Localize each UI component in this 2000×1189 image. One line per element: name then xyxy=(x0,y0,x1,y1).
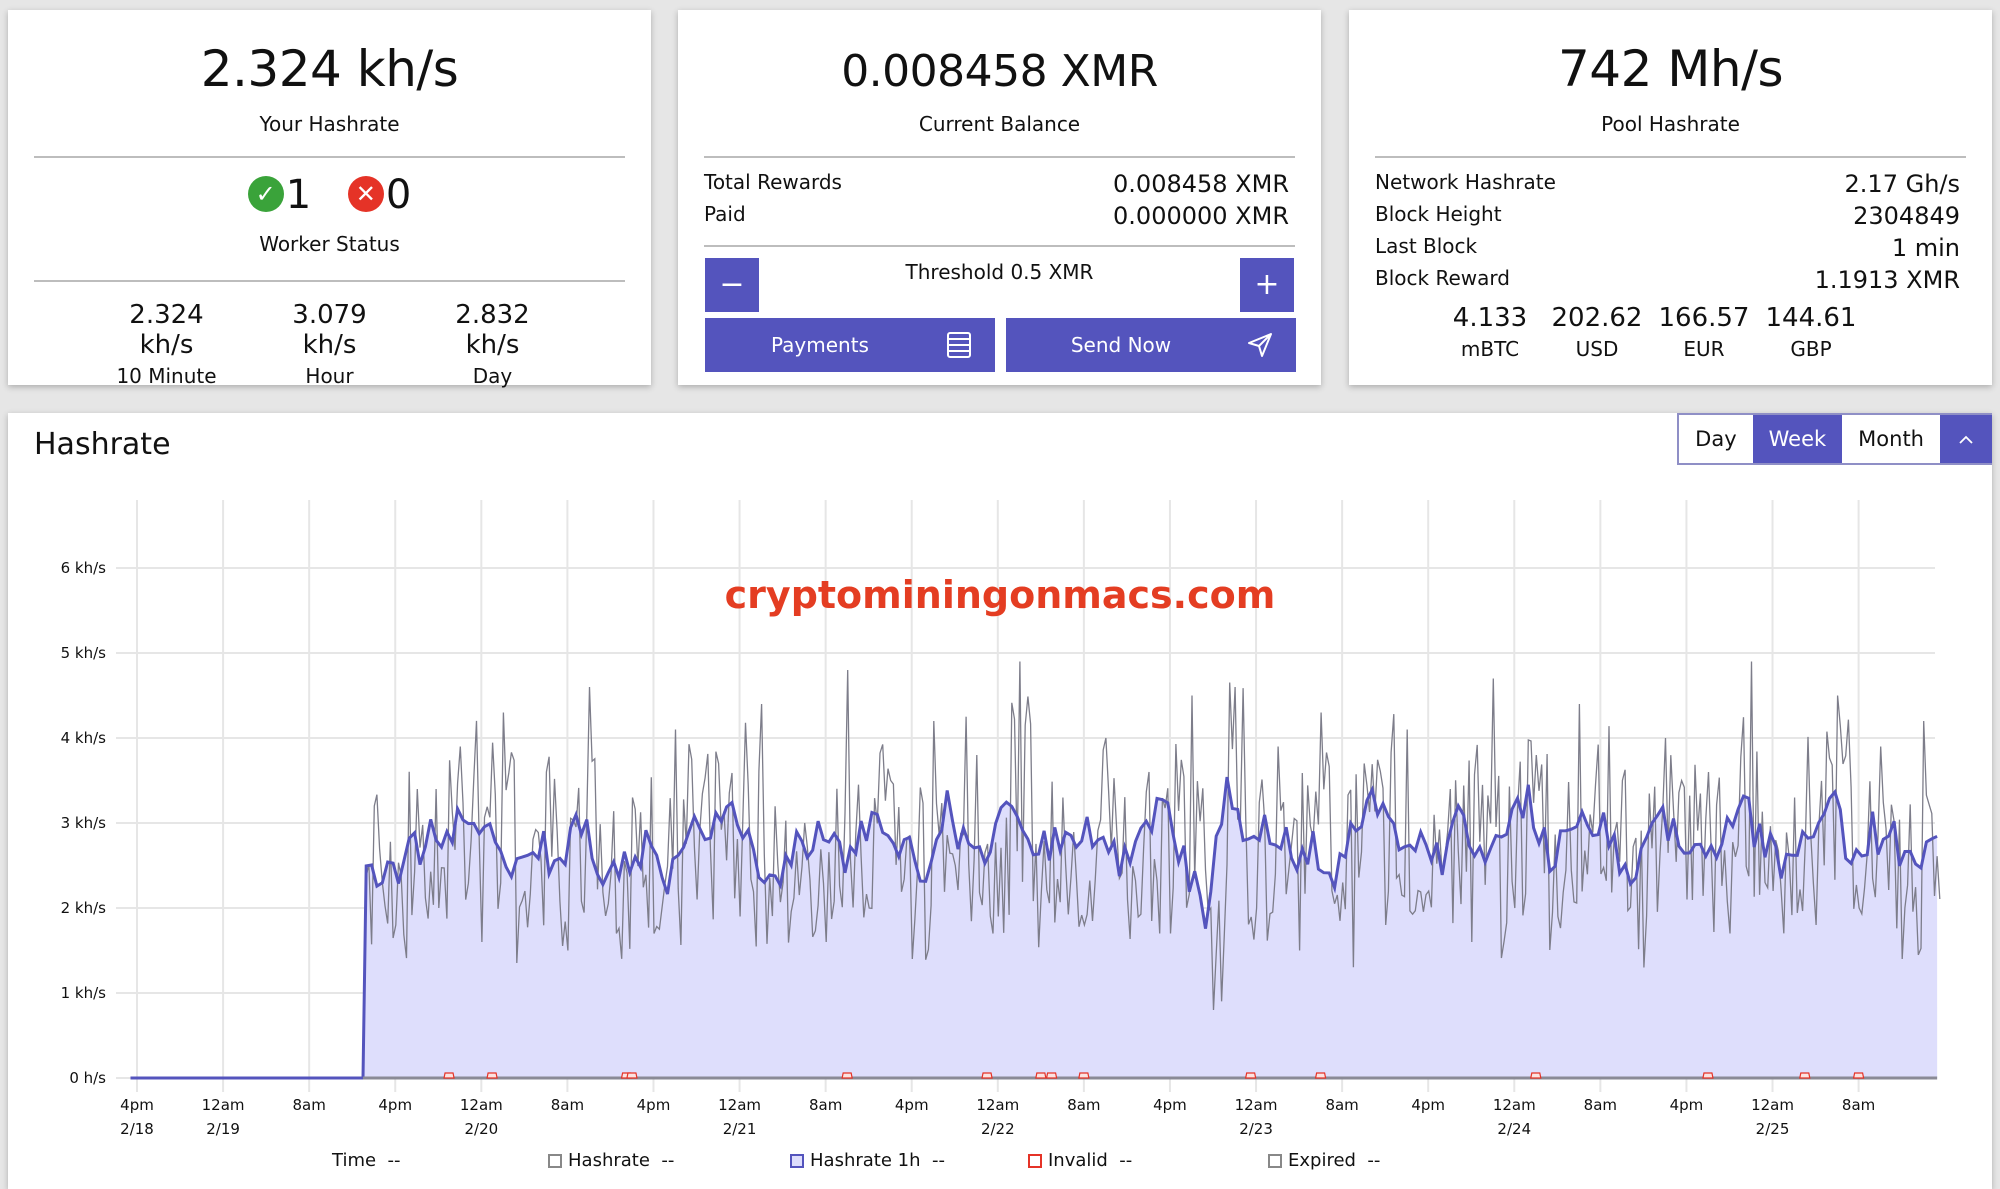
x-tick-label: 4pm xyxy=(1411,1096,1445,1114)
invalid-marker xyxy=(486,1072,498,1079)
legend-hashrate-1h[interactable]: Hashrate 1h -- xyxy=(790,1150,945,1171)
collapse-chevron-up-icon[interactable] xyxy=(1940,415,1992,463)
y-tick-label: 1 kh/s xyxy=(61,984,107,1002)
invalid-marker xyxy=(1314,1072,1327,1079)
x-tick-label: 8am xyxy=(1067,1096,1100,1114)
x-tick-label: 4pm xyxy=(1670,1096,1704,1114)
legend-invalid[interactable]: Invalid -- xyxy=(1028,1150,1132,1171)
legend-swatch-icon xyxy=(1268,1153,1282,1168)
x-tick-label: 8am xyxy=(1842,1096,1875,1114)
watermark-text: cryptominingonmacs.com xyxy=(725,573,1276,617)
y-axis: 0 h/s 1 kh/s 2 kh/s 3 kh/s 4 kh/s 5 kh/s 6 kh/… xyxy=(61,559,107,1087)
x-tick-date: 2/23 xyxy=(1239,1120,1273,1138)
y-tick-label: 5 kh/s xyxy=(61,644,107,662)
legend-hashrate[interactable]: Hashrate -- xyxy=(548,1150,674,1171)
legend-value: -- xyxy=(661,1150,675,1171)
x-tick-label: 4pm xyxy=(120,1096,154,1114)
legend-swatch-icon xyxy=(790,1153,804,1168)
invalid-marker xyxy=(1035,1072,1047,1079)
invalid-marker xyxy=(1530,1072,1542,1079)
invalid-marker xyxy=(443,1072,455,1079)
x-tick-label: 12am xyxy=(202,1096,245,1114)
x-tick-label: 8am xyxy=(551,1096,584,1114)
invalid-marker xyxy=(1045,1072,1058,1079)
range-day-button[interactable]: Day xyxy=(1679,415,1753,463)
invalid-marker xyxy=(1852,1072,1865,1079)
legend-label: Expired xyxy=(1288,1150,1356,1171)
x-tick-date: 2/19 xyxy=(206,1120,240,1138)
legend-value: -- xyxy=(1119,1150,1133,1171)
x-tick-date: 2/22 xyxy=(981,1120,1015,1138)
legend-label: Hashrate xyxy=(568,1150,650,1171)
legend-expired[interactable]: Expired -- xyxy=(1268,1150,1380,1171)
invalid-marker xyxy=(1244,1072,1257,1079)
x-tick-date: 2/24 xyxy=(1497,1120,1531,1138)
legend-label: Hashrate 1h xyxy=(810,1150,921,1171)
invalid-marker xyxy=(841,1072,853,1079)
x-tick-label: 8am xyxy=(1584,1096,1617,1114)
invalid-marker xyxy=(1078,1072,1090,1079)
x-tick-label: 8am xyxy=(809,1096,842,1114)
range-month-button[interactable]: Month xyxy=(1842,415,1940,463)
invalid-marker xyxy=(626,1072,638,1079)
x-tick-label: 12am xyxy=(718,1096,761,1114)
x-tick-label: 4pm xyxy=(378,1096,412,1114)
invalid-marker xyxy=(981,1072,993,1079)
x-tick-label: 8am xyxy=(1325,1096,1358,1114)
x-tick-date: 2/20 xyxy=(464,1120,498,1138)
x-axis: 4pm 2/18 12am 2/19 8am 4pm 12am 2/20 8am 4pm 12am 2… xyxy=(120,1096,1875,1138)
legend-swatch-icon xyxy=(548,1153,562,1168)
legend-value: -- xyxy=(1367,1150,1381,1171)
y-tick-label: 4 kh/s xyxy=(61,729,107,747)
invalid-marker xyxy=(1702,1072,1714,1079)
hashrate-chart-panel: 0 h/s 1 kh/s 2 kh/s 3 kh/s 4 kh/s 5 kh/s 6 kh/… xyxy=(8,413,1992,1189)
x-tick-label: 12am xyxy=(1235,1096,1278,1114)
range-selector: Day Week Month xyxy=(1677,413,1992,465)
legend-swatch-icon xyxy=(1028,1153,1042,1168)
y-tick-label: 3 kh/s xyxy=(61,814,107,832)
y-tick-label: 6 kh/s xyxy=(61,559,107,577)
hashrate-chart: 0 h/s 1 kh/s 2 kh/s 3 kh/s 4 kh/s 5 kh/s 6 kh/… xyxy=(61,500,1941,1138)
x-tick-date: 2/18 xyxy=(120,1120,154,1138)
legend-label: Invalid xyxy=(1048,1150,1108,1171)
chart-title: Hashrate xyxy=(34,427,171,462)
legend-label: Time xyxy=(332,1150,377,1171)
x-tick-date: 2/25 xyxy=(1756,1120,1790,1138)
legend-time: Time -- xyxy=(332,1150,401,1171)
x-tick-label: 4pm xyxy=(895,1096,929,1114)
x-tick-date: 2/21 xyxy=(723,1120,757,1138)
invalid-marker xyxy=(1799,1072,1811,1079)
x-tick-label: 8am xyxy=(292,1096,325,1114)
legend-value: -- xyxy=(387,1150,401,1171)
x-tick-label: 12am xyxy=(976,1096,1019,1114)
x-tick-label: 12am xyxy=(1493,1096,1536,1114)
range-week-button[interactable]: Week xyxy=(1752,415,1843,463)
x-tick-label: 12am xyxy=(460,1096,503,1114)
x-tick-label: 12am xyxy=(1751,1096,1794,1114)
legend-value: -- xyxy=(931,1150,945,1171)
y-tick-label: 2 kh/s xyxy=(61,899,107,917)
x-tick-label: 4pm xyxy=(1153,1096,1187,1114)
x-tick-label: 4pm xyxy=(637,1096,671,1114)
y-tick-label: 0 h/s xyxy=(69,1069,106,1087)
